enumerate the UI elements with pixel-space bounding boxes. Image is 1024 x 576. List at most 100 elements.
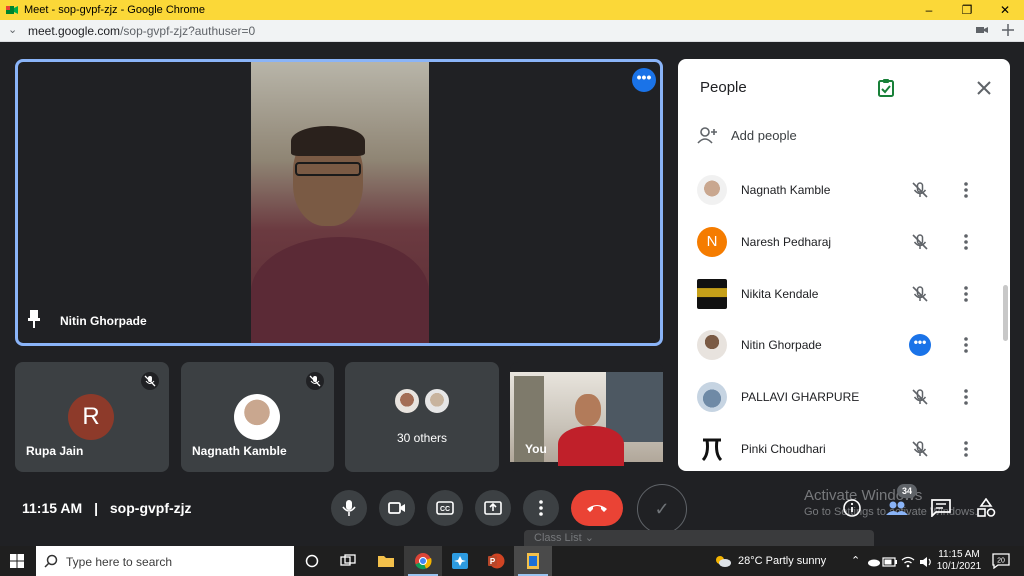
self-video-tile[interactable]: You <box>510 362 663 472</box>
more-vert-icon[interactable] <box>956 179 976 201</box>
more-options-button[interactable]: ••• <box>632 68 656 92</box>
activities-icon[interactable] <box>975 497 997 519</box>
panel-title: People <box>700 79 747 96</box>
participant-row[interactable]: Nagnath Kamble <box>678 165 1010 217</box>
chrome-icon[interactable] <box>413 551 433 571</box>
more-vert-icon[interactable] <box>956 231 976 253</box>
participant-name: Nagnath Kamble <box>192 444 287 458</box>
participant-name: Nikita Kendale <box>741 287 819 301</box>
participant-tile[interactable]: R Rupa Jain <box>15 362 169 472</box>
weather-widget[interactable]: 28°C Partly sunny <box>714 554 826 568</box>
participant-row[interactable]: Nitin Ghorpade ••• <box>678 320 1010 372</box>
close-icon[interactable] <box>973 77 995 99</box>
address-bar[interactable]: ⌄ meet.google.com/sop-gvpf-zjz?authuser=… <box>0 20 1024 42</box>
chat-icon[interactable] <box>930 497 952 519</box>
mic-off-icon <box>141 372 159 390</box>
window-title: Meet - sop-gvpf-zjz - Google Chrome <box>24 4 205 16</box>
powerpoint-icon[interactable]: P <box>486 551 506 571</box>
speaking-indicator-icon: ••• <box>909 334 931 356</box>
camera-icon[interactable] <box>976 24 988 36</box>
avatar <box>697 279 727 309</box>
avatar <box>697 175 727 205</box>
participant-tile[interactable]: Nagnath Kamble <box>181 362 334 472</box>
mic-off-icon <box>909 283 931 305</box>
notifications-icon[interactable]: 20 <box>992 553 1010 569</box>
microphone-icon <box>342 500 356 516</box>
svg-text:20: 20 <box>997 558 1005 565</box>
video-camera-icon <box>388 502 405 514</box>
browser-title-bar: Meet - sop-gvpf-zjz - Google Chrome – ❐ … <box>0 0 1024 20</box>
leave-call-button[interactable] <box>571 490 623 526</box>
mic-off-icon <box>909 231 931 253</box>
add-person-icon <box>697 127 717 144</box>
more-vert-icon[interactable] <box>956 334 976 356</box>
participant-name: Pinki Choudhari <box>741 442 826 456</box>
participant-row[interactable]: Pinki Choudhari <box>678 424 1010 471</box>
camera-button[interactable] <box>379 490 415 526</box>
pinned-video-tile[interactable]: ••• Nitin Ghorpade <box>15 59 663 346</box>
cortana-icon[interactable] <box>302 551 322 571</box>
panel-scrollbar[interactable] <box>1003 285 1008 341</box>
mic-off-icon <box>909 179 931 201</box>
volume-icon[interactable] <box>916 552 936 572</box>
participant-name: Nagnath Kamble <box>741 183 831 197</box>
search-icon <box>44 554 58 568</box>
class-list-bar[interactable]: Class List ⌄ <box>524 530 874 546</box>
more-vert-icon <box>539 500 543 516</box>
app-icon[interactable] <box>450 551 470 571</box>
people-icon[interactable] <box>886 497 908 519</box>
url-text[interactable]: meet.google.com/sop-gvpf-zjz?authuser=0 <box>28 24 255 38</box>
avatar <box>697 434 727 464</box>
battery-icon[interactable] <box>880 552 900 572</box>
captions-button[interactable]: CC <box>427 490 463 526</box>
present-icon <box>484 501 502 515</box>
weather-text: 28°C Partly sunny <box>738 555 827 567</box>
avatar <box>424 388 450 414</box>
attendance-check-icon[interactable] <box>876 78 896 98</box>
minimize-button[interactable]: – <box>910 0 948 20</box>
avatar <box>234 394 280 440</box>
pin-icon[interactable] <box>27 309 41 329</box>
notepad-app-icon[interactable] <box>523 551 543 571</box>
more-vert-icon[interactable] <box>956 283 976 305</box>
participant-row[interactable]: Nikita Kendale <box>678 269 1010 321</box>
svg-text:P: P <box>490 557 496 566</box>
meeting-details-icon[interactable] <box>841 497 863 519</box>
search-placeholder: Type here to search <box>66 555 173 569</box>
separator: | <box>94 500 98 516</box>
participant-name: Rupa Jain <box>26 444 84 458</box>
participant-row[interactable]: PALLAVI GHARPURE <box>678 372 1010 424</box>
windows-start-icon[interactable] <box>10 554 24 568</box>
closed-captions-icon: CC <box>436 501 454 515</box>
meet-favicon-icon <box>6 6 18 14</box>
avatar: R <box>68 394 114 440</box>
others-tile[interactable]: 30 others <box>345 362 499 472</box>
chevron-down-icon[interactable]: ⌄ <box>8 23 17 36</box>
microphone-button[interactable] <box>331 490 367 526</box>
avatar <box>697 330 727 360</box>
task-view-icon[interactable] <box>338 551 358 571</box>
meeting-time: 11:15 AM <box>22 500 83 516</box>
participant-row[interactable]: N Naresh Pedharaj <box>678 217 1010 269</box>
more-vert-icon[interactable] <box>956 386 976 408</box>
present-screen-button[interactable] <box>475 490 511 526</box>
mic-off-icon <box>909 386 931 408</box>
mic-off-icon <box>306 372 324 390</box>
checkmark-icon[interactable]: ✓ <box>637 484 687 534</box>
more-options-button[interactable] <box>523 490 559 526</box>
wifi-icon[interactable] <box>898 552 918 572</box>
pinned-participant-name: Nitin Ghorpade <box>60 314 147 328</box>
taskbar-search-input[interactable]: Type here to search <box>36 546 294 576</box>
more-vert-icon[interactable] <box>956 438 976 460</box>
taskbar-clock[interactable]: 11:15 AM 10/1/2021 <box>936 549 982 573</box>
partly-sunny-icon <box>716 556 731 567</box>
add-people-button[interactable]: Add people <box>697 125 797 145</box>
close-window-button[interactable]: ✕ <box>986 0 1024 20</box>
self-name: You <box>525 442 547 456</box>
maximize-button[interactable]: ❐ <box>948 0 986 20</box>
chevron-up-icon[interactable]: ⌃ <box>851 554 860 567</box>
add-people-label: Add people <box>731 127 797 143</box>
move-icon[interactable] <box>1002 24 1014 36</box>
file-explorer-icon[interactable] <box>376 551 396 571</box>
meeting-info: 11:15 AM | sop-gvpf-zjz <box>22 500 192 516</box>
